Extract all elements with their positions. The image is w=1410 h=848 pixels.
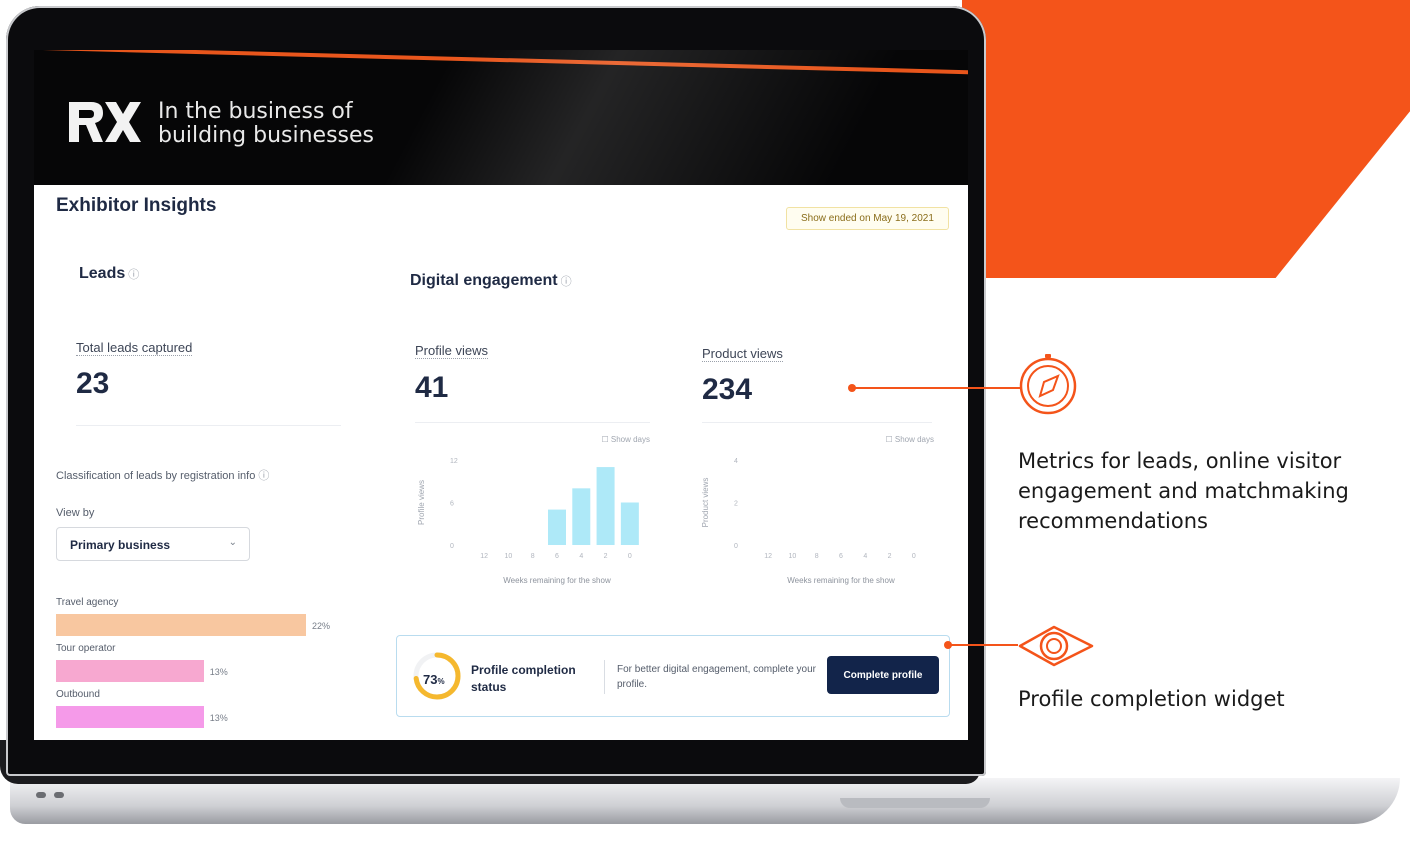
page-title: Exhibitor Insights [56, 195, 217, 216]
info-icon[interactable]: ⓘ [258, 470, 269, 482]
divider [604, 660, 605, 694]
total-leads-value: 23 [76, 367, 110, 400]
info-icon[interactable]: ⓘ [561, 276, 572, 288]
orange-accent-shape [962, 0, 1410, 278]
widget-callout-text: Profile completion widget [1018, 687, 1285, 711]
tagline-line1: In the business of [158, 99, 353, 124]
lead-category-bar [56, 614, 306, 636]
lead-category-label: Tour operator [56, 643, 116, 654]
x-axis-label: Weeks remaining for the show [503, 576, 611, 585]
y-axis-label: Product views [701, 478, 710, 528]
x-tick-label: 12 [480, 553, 488, 560]
callout-dot [848, 384, 856, 392]
laptop-lid: In the business of building businesses E… [6, 6, 986, 776]
divider [76, 425, 341, 426]
x-axis-label: Weeks remaining for the show [787, 576, 895, 585]
chart-bar [548, 509, 566, 545]
completion-percent-unit: % [437, 677, 445, 686]
metrics-callout-text: Metrics for leads, online visitor engage… [1018, 449, 1349, 533]
product-views-chart: ☐ Show days Product views 0 2 4 12 10 8 6 4 2 0 Week… [701, 435, 934, 585]
y-tick-label: 6 [450, 501, 454, 508]
profile-completion-widget: 73% Profile completion status For better… [396, 635, 950, 717]
usb-port [54, 792, 64, 798]
lead-category-percent: 13% [209, 667, 228, 677]
callout-connector [948, 644, 1018, 646]
view-by-value: Primary business [70, 538, 171, 552]
view-by-select[interactable]: Primary business ⌄ [56, 527, 250, 561]
usb-port [36, 792, 46, 798]
profile-views-chart: ☐ Show days Profile views 0 6 12 12 10 8 6 4 2 0 Wee… [417, 435, 650, 585]
product-views-label[interactable]: Product views [702, 346, 783, 362]
lead-category-bar [56, 660, 204, 682]
x-tick-label: 6 [839, 553, 843, 560]
brand-tagline: In the business of building businesses [158, 100, 374, 148]
y-tick-label: 12 [450, 458, 458, 465]
leads-heading: Leads ⓘ [79, 265, 139, 283]
view-by-label: View by [56, 507, 95, 519]
chart-bar [596, 467, 615, 545]
classification-label: Classification of leads by registration … [56, 467, 269, 483]
show-days-toggle: ☐ Show days [885, 435, 934, 444]
show-status-badge: Show ended on May 19, 2021 [786, 207, 949, 230]
tagline-line2: building businesses [158, 123, 374, 148]
y-tick-label: 0 [450, 543, 454, 550]
lead-category-label: Outbound [56, 689, 100, 700]
show-days-toggle: ☐ Show days [601, 435, 650, 444]
profile-views-value: 41 [415, 371, 449, 404]
digital-heading-text: Digital engagement [410, 272, 558, 289]
total-leads-label[interactable]: Total leads captured [76, 340, 193, 356]
callout-connector [852, 387, 1020, 389]
profile-views-label[interactable]: Profile views [415, 343, 488, 359]
complete-profile-button[interactable]: Complete profile [827, 656, 939, 694]
orange-stripe [34, 50, 968, 75]
completion-percent-number: 73 [423, 672, 438, 687]
y-axis-label: Profile views [417, 480, 426, 525]
laptop-screen: In the business of building businesses E… [34, 50, 968, 740]
chevron-down-icon: ⌄ [228, 537, 237, 548]
divider [415, 422, 650, 423]
digital-engagement-heading: Digital engagement ⓘ [410, 272, 572, 290]
leads-heading-text: Leads [79, 265, 126, 282]
eye-icon [1018, 625, 1094, 667]
x-tick-label: 8 [815, 553, 819, 560]
classification-text: Classification of leads by registration … [56, 470, 256, 482]
x-tick-label: 12 [764, 553, 772, 560]
lead-category-percent: 22% [312, 621, 331, 631]
product-views-value: 234 [702, 373, 753, 406]
y-tick-label: 4 [734, 458, 738, 465]
exhibitor-dashboard: Exhibitor Insights Show ended on May 19,… [34, 185, 968, 740]
lead-category-bar [56, 706, 204, 728]
lead-category-percent: 13% [209, 713, 228, 723]
x-tick-label: 4 [579, 553, 583, 560]
x-tick-label: 6 [555, 553, 559, 560]
x-tick-label: 4 [863, 553, 867, 560]
compass-icon [1019, 354, 1077, 415]
completion-percent: 73% [423, 672, 445, 687]
lead-category-label: Travel agency [56, 597, 119, 608]
rx-logo [69, 102, 141, 142]
x-tick-label: 0 [628, 553, 632, 560]
chart-bar [620, 502, 639, 545]
x-tick-label: 2 [604, 553, 608, 560]
completion-text: For better digital engagement, complete … [617, 664, 816, 690]
chart-bar [572, 488, 591, 545]
callout-dot [944, 641, 952, 649]
x-tick-label: 2 [888, 553, 892, 560]
x-tick-label: 0 [912, 553, 916, 560]
y-tick-label: 0 [734, 543, 738, 550]
x-tick-label: 10 [505, 553, 513, 560]
info-icon[interactable]: ⓘ [128, 269, 139, 281]
x-tick-label: 8 [531, 553, 535, 560]
screen-reflection [374, 50, 968, 200]
completion-title: Profile completion status [471, 663, 576, 694]
laptop-deck [10, 778, 1400, 824]
laptop-notch [840, 798, 990, 808]
divider [702, 422, 932, 423]
x-tick-label: 10 [789, 553, 797, 560]
y-tick-label: 2 [734, 501, 738, 508]
